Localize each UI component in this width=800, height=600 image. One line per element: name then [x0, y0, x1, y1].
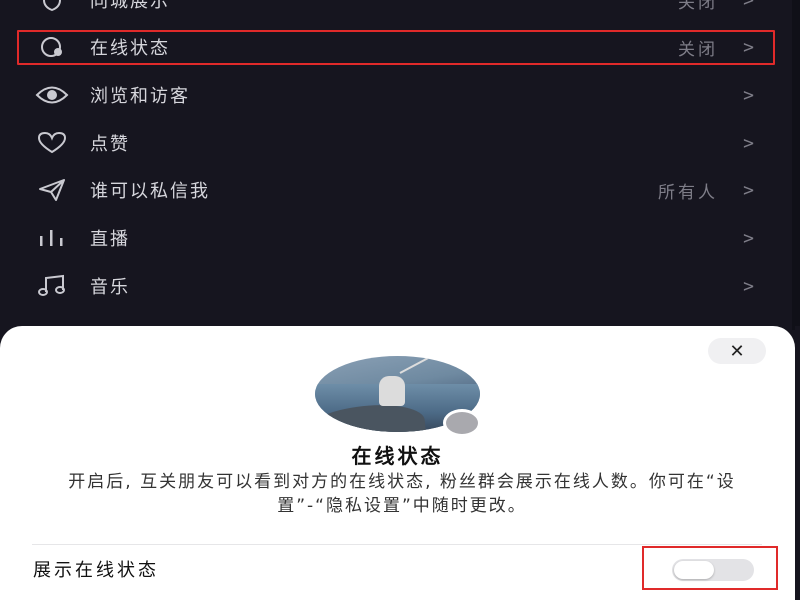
- chevron-right-icon: >: [743, 179, 754, 201]
- close-button[interactable]: ✕: [708, 338, 766, 364]
- settings-row-likes[interactable]: 点赞 >: [0, 119, 800, 167]
- divider: [32, 544, 762, 545]
- settings-row-label: 浏览和访客: [90, 86, 190, 107]
- avatar-fishing-rod: [399, 356, 456, 374]
- privacy-settings-list: 同城展示 关闭 > 在线状态 关闭 > 浏览和访客 > 点赞 > 谁可以私信我: [0, 0, 800, 330]
- music-note-icon: [34, 272, 70, 300]
- eye-icon: [34, 81, 70, 109]
- settings-row-who-can-message[interactable]: 谁可以私信我 所有人 >: [0, 166, 800, 214]
- chevron-right-icon: >: [743, 227, 754, 249]
- sheet-right-edge: [795, 326, 800, 600]
- settings-row-city-display[interactable]: 同城展示 关闭 >: [0, 0, 800, 24]
- settings-row-label: 点赞: [90, 134, 130, 155]
- shield-icon: [34, 0, 70, 14]
- chevron-right-icon: >: [743, 84, 754, 106]
- settings-row-label: 谁可以私信我: [90, 181, 210, 202]
- live-bars-icon: [34, 224, 70, 252]
- settings-row-label: 音乐: [90, 277, 130, 298]
- send-icon: [34, 176, 70, 204]
- sheet-description: 开启后, 互关朋友可以看到对方的在线状态, 粉丝群会展示在线人数。你可在“设置”…: [68, 472, 736, 516]
- chevron-right-icon: >: [743, 0, 754, 11]
- online-status-bottom-sheet: ✕ 在线状态 开启后, 互关朋友可以看到对方的在线状态, 粉丝群会展示在线人数。…: [0, 326, 795, 600]
- settings-row-live[interactable]: 直播 >: [0, 214, 800, 262]
- settings-row-value: 所有人: [658, 182, 718, 203]
- settings-row-label: 同城展示: [90, 0, 170, 12]
- settings-row-views-visitors[interactable]: 浏览和访客 >: [0, 71, 800, 119]
- avatar-person: [379, 376, 405, 406]
- heart-icon: [34, 129, 70, 157]
- sheet-title: 在线状态: [351, 444, 444, 468]
- settings-row-value: 关闭: [678, 0, 718, 13]
- chevron-right-icon: >: [743, 275, 754, 297]
- scrollbar-track: [792, 0, 800, 330]
- close-icon: ✕: [729, 340, 745, 362]
- chevron-right-icon: >: [743, 132, 754, 154]
- show-online-status-label: 展示在线状态: [33, 560, 159, 581]
- toggle-highlight-box: [642, 546, 778, 590]
- online-status-dot: [443, 409, 481, 437]
- avatar-container: [315, 356, 481, 437]
- online-status-highlight-box: [17, 30, 775, 65]
- settings-row-label: 直播: [90, 229, 130, 250]
- settings-row-music[interactable]: 音乐 >: [0, 262, 800, 310]
